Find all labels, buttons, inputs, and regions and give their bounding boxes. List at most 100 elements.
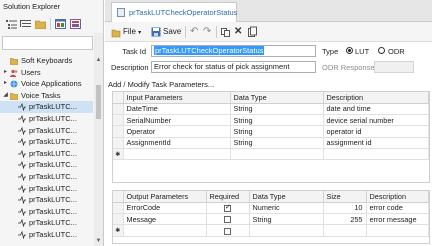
tree-item[interactable]: prTaskLUTC... <box>0 171 93 183</box>
new-input-param-name[interactable] <box>123 148 231 161</box>
new-output-param-name[interactable] <box>123 224 207 237</box>
tree-item[interactable]: prTaskLUTC... <box>0 101 93 113</box>
input-param-name[interactable]: Operator <box>123 125 231 138</box>
tree-item[interactable]: ◢ Voice Tasks <box>0 90 93 102</box>
show-all-icon[interactable] <box>20 19 31 29</box>
column-header-size[interactable]: Size <box>323 191 367 203</box>
column-header-data-type[interactable]: Data Type <box>249 191 324 203</box>
tree-item[interactable]: Soft Keyboards <box>0 55 93 67</box>
new-row[interactable]: ✱ <box>113 224 429 237</box>
tree-item[interactable]: ▸ Users <box>0 67 93 79</box>
tree-item[interactable]: prTaskLUTC... <box>0 148 93 160</box>
input-param-description[interactable]: device serial number <box>323 114 429 127</box>
new-input-param-type[interactable] <box>230 148 324 161</box>
output-param-type[interactable]: String <box>249 213 324 226</box>
tree-item[interactable]: prTaskLUTC... <box>0 183 93 195</box>
expand-arrow-icon[interactable]: ◢ <box>2 92 9 99</box>
output-param-size[interactable]: 10 <box>323 202 367 215</box>
row-header[interactable] <box>113 202 124 215</box>
task-id-field[interactable]: prTaskLUTCheckOperatorStatus <box>151 45 316 57</box>
row-header[interactable] <box>113 114 124 127</box>
output-param-description[interactable]: error code <box>366 202 429 215</box>
undo-icon[interactable]: ↶ <box>190 26 198 38</box>
required-checkbox[interactable] <box>224 203 231 213</box>
lut-radio[interactable] <box>346 47 353 54</box>
input-param-type[interactable]: String <box>230 137 324 149</box>
table-row[interactable]: ErrorCode Numeric 10 error code <box>113 202 429 215</box>
tab-prtasklutcheckoperatorstatus[interactable]: prTaskLUTCheckOperatorStatus <box>111 2 237 22</box>
redo-icon[interactable]: ↷ <box>203 26 211 38</box>
input-param-name[interactable]: AssignmentId <box>123 137 231 149</box>
input-param-name[interactable]: DateTime <box>123 103 231 116</box>
copy-icon[interactable] <box>221 26 230 38</box>
tree-item[interactable]: prTaskLUTC... <box>0 206 93 218</box>
tree-scrollbar[interactable]: ▲ ▼ <box>94 55 103 246</box>
input-param-type[interactable]: String <box>230 114 324 127</box>
output-param-name[interactable]: Message <box>123 213 207 226</box>
input-param-description[interactable]: assignment id <box>323 137 429 149</box>
tree-item[interactable]: prTaskLUTC... <box>0 229 93 241</box>
row-header[interactable] <box>113 213 124 226</box>
tree-item[interactable]: prTaskLUTC... <box>0 217 93 229</box>
required-checkbox[interactable] <box>224 216 231 224</box>
output-param-size[interactable]: 255 <box>323 213 367 226</box>
new-row[interactable]: ✱ <box>113 148 429 161</box>
input-param-description[interactable]: date and time <box>323 103 429 116</box>
paste-icon[interactable] <box>248 26 257 38</box>
tree-item[interactable]: prTaskLUTC... <box>0 159 93 171</box>
column-header-data-type[interactable]: Data Type <box>230 92 324 104</box>
expand-arrow-icon[interactable]: ▸ <box>2 69 9 76</box>
tree-scrollbar-thumb[interactable] <box>96 85 101 119</box>
table-row[interactable]: Message String 255 error message <box>113 213 429 226</box>
required-cell[interactable] <box>206 202 250 215</box>
column-header-input-parameters[interactable]: Input Parameters <box>123 92 231 104</box>
collapse-all-icon[interactable] <box>6 19 17 29</box>
new-output-param-description[interactable] <box>366 224 429 237</box>
row-header[interactable] <box>113 137 124 149</box>
output-param-description[interactable]: error message <box>366 213 429 226</box>
table-row[interactable]: AssignmentId String assignment id <box>113 137 429 149</box>
scroll-down-icon[interactable]: ▼ <box>95 238 102 244</box>
scroll-up-icon[interactable]: ▲ <box>95 57 102 63</box>
new-output-param-type[interactable] <box>249 224 324 237</box>
file-menu-button[interactable]: File ▾ <box>123 26 141 38</box>
row-header[interactable] <box>113 125 124 138</box>
folder-icon[interactable] <box>35 19 46 29</box>
odr-radio[interactable] <box>378 47 385 54</box>
column-header-description[interactable]: Description <box>366 191 429 203</box>
refresh-icon[interactable] <box>70 19 81 29</box>
new-row-icon[interactable]: ✱ <box>113 148 124 161</box>
input-param-description[interactable]: operator id <box>323 125 429 138</box>
solution-explorer-search-input[interactable] <box>2 36 93 50</box>
save-button[interactable]: Save <box>163 26 181 38</box>
column-header-description[interactable]: Description <box>323 92 429 104</box>
output-param-type[interactable]: Numeric <box>249 202 324 215</box>
tree-item[interactable]: prTaskLUTC... <box>0 125 93 137</box>
required-cell[interactable] <box>206 224 250 237</box>
column-header-required[interactable]: Required <box>206 191 250 203</box>
expand-arrow-icon[interactable]: ▸ <box>2 80 9 87</box>
description-field[interactable]: Error check for status of pick assignmen… <box>151 61 316 73</box>
tree-item[interactable]: prTaskLUTC... <box>0 136 93 148</box>
save-icon[interactable] <box>151 26 161 38</box>
row-header[interactable] <box>113 103 124 116</box>
required-cell[interactable] <box>206 213 250 226</box>
output-param-name[interactable]: ErrorCode <box>123 202 207 215</box>
odr-response-field[interactable] <box>374 61 414 73</box>
delete-icon[interactable]: ✕ <box>234 26 242 38</box>
column-header-output-parameters[interactable]: Output Parameters <box>123 191 207 203</box>
new-input-param-description[interactable] <box>323 148 429 161</box>
tree-item[interactable]: prTaskLUTC... <box>0 194 93 206</box>
table-row[interactable]: Operator String operator id <box>113 125 429 138</box>
input-param-type[interactable]: String <box>230 125 324 138</box>
input-param-type[interactable]: String <box>230 103 324 116</box>
tree-item[interactable]: prTaskLUTC... <box>0 113 93 125</box>
table-row[interactable]: SerialNumber String device serial number <box>113 114 429 127</box>
table-row[interactable]: DateTime String date and time <box>113 103 429 116</box>
input-param-name[interactable]: SerialNumber <box>123 114 231 127</box>
properties-icon[interactable] <box>55 19 66 29</box>
required-checkbox[interactable] <box>224 227 231 235</box>
new-output-param-size[interactable] <box>323 224 367 237</box>
tree-item[interactable]: ▸ Voice Applications <box>0 78 93 90</box>
new-row-icon[interactable]: ✱ <box>113 224 124 237</box>
